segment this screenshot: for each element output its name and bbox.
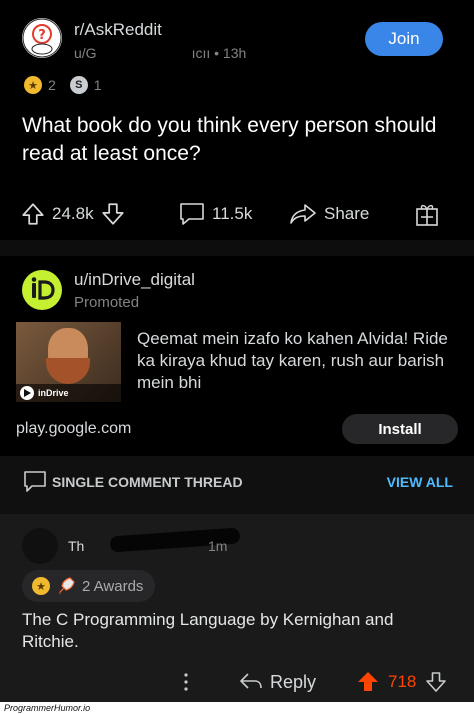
thumbnail-beard xyxy=(46,358,90,384)
comment-time: 1m xyxy=(208,538,228,554)
upvote-count: 24.8k xyxy=(52,204,94,223)
thread-label: SINGLE COMMENT THREAD xyxy=(52,474,243,490)
comment-count: 11.5k xyxy=(212,204,253,223)
thumbnail-overlay-bar: inDrive xyxy=(16,384,121,402)
subreddit-avatar-icon[interactable]: ? xyxy=(22,18,62,58)
silver-award-icon: S xyxy=(69,76,88,94)
share-icon xyxy=(290,204,316,224)
comment-awards[interactable]: ★ 2 Awards xyxy=(22,570,156,602)
silver-award-count: 1 xyxy=(93,77,102,93)
post-awards[interactable]: ★ 2 S 1 xyxy=(24,76,102,94)
downvote-icon[interactable] xyxy=(100,201,126,227)
comment-score: 718 xyxy=(388,672,417,691)
post-title[interactable]: What book do you think every person shou… xyxy=(22,112,452,168)
view-all-button[interactable]: VIEW ALL xyxy=(387,474,453,490)
post-time: • 13h xyxy=(214,45,247,61)
indrive-logo-icon[interactable] xyxy=(22,270,62,310)
reply-label: Reply xyxy=(270,671,317,692)
promoted-label: Promoted xyxy=(74,294,140,311)
commenter-avatar[interactable] xyxy=(22,528,58,564)
share-label: Share xyxy=(324,204,370,223)
more-options-icon[interactable] xyxy=(178,672,194,692)
watermark-text: ProgrammerHumor.io xyxy=(4,703,91,713)
comment-actions-bar: Reply 718 xyxy=(0,666,474,698)
comment-icon xyxy=(180,203,204,225)
ad-domain[interactable]: play.google.com xyxy=(16,420,131,438)
author-suffix: ıcıı xyxy=(191,45,211,61)
rocket-award-icon xyxy=(59,577,75,594)
gold-award-icon: ★ xyxy=(32,577,50,595)
commenter-username[interactable]: Th xyxy=(68,538,84,554)
comments-button[interactable]: 11.5k xyxy=(178,196,252,232)
thumbnail-brand: inDrive xyxy=(38,388,69,398)
ad-copy[interactable]: Qeemat mein izafo ko kahen Alvida! Ride … xyxy=(137,328,457,394)
single-thread-header: SINGLE COMMENT THREAD VIEW ALL xyxy=(0,456,474,514)
share-button[interactable]: Share xyxy=(288,196,369,232)
downvote-icon[interactable] xyxy=(424,670,448,694)
reply-button[interactable]: Reply xyxy=(238,666,316,698)
gold-award-count: 2 xyxy=(48,77,56,93)
give-award-button[interactable] xyxy=(414,196,440,232)
install-button[interactable]: Install xyxy=(342,414,458,444)
join-button[interactable]: Join xyxy=(365,22,443,56)
post-actions-bar: 24.8k 11.5k Share xyxy=(0,196,474,232)
upvote-icon[interactable] xyxy=(20,201,46,227)
author-redaction xyxy=(96,49,192,60)
author-prefix: u/G xyxy=(74,45,97,61)
vote-group: 24.8k xyxy=(20,196,126,232)
svg-text:?: ? xyxy=(38,28,46,43)
comment-thread-icon xyxy=(24,471,46,492)
awards-count-label: 2 Awards xyxy=(82,577,144,595)
watermark-bar: ProgrammerHumor.io xyxy=(0,702,474,714)
comment-card: Th 1m ★ 2 Awards The C Programming Langu… xyxy=(0,514,474,714)
ad-author[interactable]: u/inDrive_digital xyxy=(74,270,195,290)
gift-icon xyxy=(416,204,438,226)
comment-vote-group: 718 xyxy=(356,666,448,698)
gold-award-icon: ★ xyxy=(24,76,42,94)
ad-thumbnail[interactable]: inDrive xyxy=(16,322,121,402)
comment-body[interactable]: The C Programming Language by Kernighan … xyxy=(22,609,452,653)
reply-icon xyxy=(240,673,262,689)
post-author-meta[interactable]: u/G ıcıı • 13h xyxy=(74,45,246,61)
subreddit-name[interactable]: r/AskReddit xyxy=(74,20,162,40)
post-card: ? r/AskReddit u/G ıcıı • 13h Join ★ 2 S 1… xyxy=(0,0,474,240)
play-icon[interactable] xyxy=(20,386,34,400)
section-divider xyxy=(0,240,474,256)
promoted-ad-card[interactable]: u/inDrive_digital Promoted inDrive Qeema… xyxy=(0,256,474,456)
upvoted-icon[interactable] xyxy=(356,670,380,694)
